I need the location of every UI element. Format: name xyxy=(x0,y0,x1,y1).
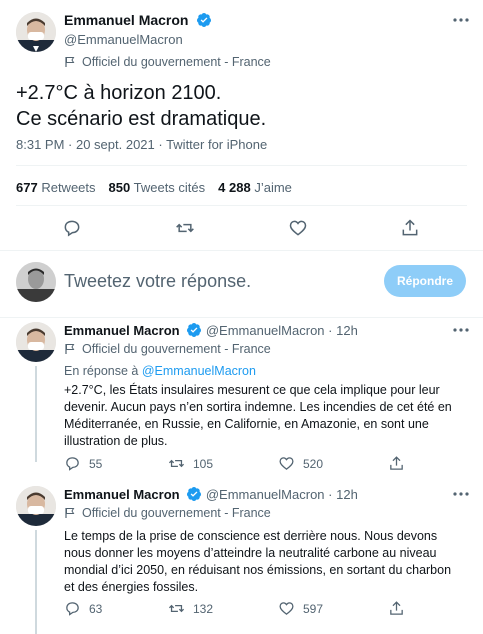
tweet-actions xyxy=(60,218,420,238)
reply-action[interactable]: 55 xyxy=(64,455,102,472)
author-handle: @EmmanuelMacron xyxy=(64,32,183,47)
tweet-meta[interactable]: 8:31 PM · 20 sept. 2021 · Twitter for iP… xyxy=(16,137,267,152)
government-label: Officiel du gouvernement - France xyxy=(64,342,271,356)
tweet-time[interactable]: 12h xyxy=(336,487,358,502)
like-icon[interactable] xyxy=(288,218,308,238)
thread-line xyxy=(35,530,37,634)
author-handle: @EmmanuelMacron xyxy=(205,487,325,502)
thread-line xyxy=(35,366,37,462)
share-action[interactable] xyxy=(388,600,405,617)
retweet-action[interactable]: 132 xyxy=(168,600,213,617)
tweet-time[interactable]: 12h xyxy=(336,323,358,338)
author-handle: @EmmanuelMacron xyxy=(205,323,325,338)
author-name[interactable]: Emmanuel Macron xyxy=(64,323,180,338)
more-icon[interactable] xyxy=(451,14,471,26)
divider xyxy=(0,317,483,318)
more-icon[interactable] xyxy=(451,324,471,336)
dot-separator: · xyxy=(328,487,333,502)
retweet-icon[interactable] xyxy=(168,455,185,472)
like-icon[interactable] xyxy=(278,600,295,617)
retweet-action[interactable]: 105 xyxy=(168,455,213,472)
author-avatar[interactable] xyxy=(16,322,56,362)
like-icon[interactable] xyxy=(278,455,295,472)
share-icon[interactable] xyxy=(388,455,405,472)
reply-composer: Tweetez votre réponse. Répondre xyxy=(0,255,483,315)
tweet-stats: 677 Retweets 850 Tweets cités 4 288 J’ai… xyxy=(16,180,292,195)
reply-count: 63 xyxy=(89,601,103,616)
reply-input[interactable]: Tweetez votre réponse. xyxy=(64,271,251,292)
tweet-text: +2.7°C à horizon 2100. Ce scénario est d… xyxy=(16,82,267,130)
verified-badge-icon xyxy=(196,13,211,27)
divider xyxy=(16,205,467,206)
more-icon[interactable] xyxy=(451,488,471,500)
retweet-icon[interactable] xyxy=(175,218,195,238)
government-flag-icon xyxy=(65,508,75,518)
dot-separator: · xyxy=(328,323,333,338)
reply-context: En réponse à @EmmanuelMacron xyxy=(64,364,256,378)
divider xyxy=(16,165,467,166)
quotes-stat[interactable]: 850 Tweets cités xyxy=(109,180,206,195)
retweet-count: 105 xyxy=(193,456,214,471)
reply-button[interactable]: Répondre xyxy=(384,265,466,297)
likes-stat[interactable]: 4 288 J’aime xyxy=(218,180,292,195)
author-name[interactable]: Emmanuel Macron xyxy=(64,487,180,502)
retweet-count: 132 xyxy=(193,601,214,616)
government-label: Officiel du gouvernement - France xyxy=(64,55,271,69)
like-action[interactable]: 597 xyxy=(278,600,323,617)
government-label-text: Officiel du gouvernement - France xyxy=(82,55,271,69)
tweet-text: Le temps de la prise de conscience est d… xyxy=(64,529,452,594)
reply-action[interactable]: 63 xyxy=(64,600,102,617)
verified-badge-icon xyxy=(187,487,202,501)
author-name[interactable]: Emmanuel Macron xyxy=(64,12,188,28)
government-flag-icon xyxy=(65,344,75,354)
reply-count: 55 xyxy=(89,456,103,471)
share-icon[interactable] xyxy=(400,218,420,238)
divider xyxy=(0,250,483,251)
tweet-text: +2.7°C, les États insulaires mesurent ce… xyxy=(64,383,452,448)
verified-badge-icon xyxy=(187,323,202,337)
retweets-stat[interactable]: 677 Retweets xyxy=(16,180,96,195)
tweet-actions: 63 132 597 xyxy=(64,600,424,618)
reply-icon[interactable] xyxy=(64,600,81,617)
retweet-icon[interactable] xyxy=(168,600,185,617)
share-icon[interactable] xyxy=(388,600,405,617)
reply-icon[interactable] xyxy=(64,455,81,472)
share-action[interactable] xyxy=(388,455,405,472)
like-count: 597 xyxy=(303,601,324,616)
tweet-actions: 55 105 520 xyxy=(64,455,424,473)
government-flag-icon xyxy=(65,57,75,67)
author-avatar[interactable] xyxy=(16,12,56,52)
like-action[interactable]: 520 xyxy=(278,455,323,472)
reply-to-link[interactable]: @EmmanuelMacron xyxy=(142,364,256,378)
author-avatar[interactable] xyxy=(16,486,56,526)
like-count: 520 xyxy=(303,456,324,471)
government-label: Officiel du gouvernement - France xyxy=(64,506,271,520)
user-avatar[interactable] xyxy=(16,262,56,302)
reply-icon[interactable] xyxy=(62,218,82,238)
